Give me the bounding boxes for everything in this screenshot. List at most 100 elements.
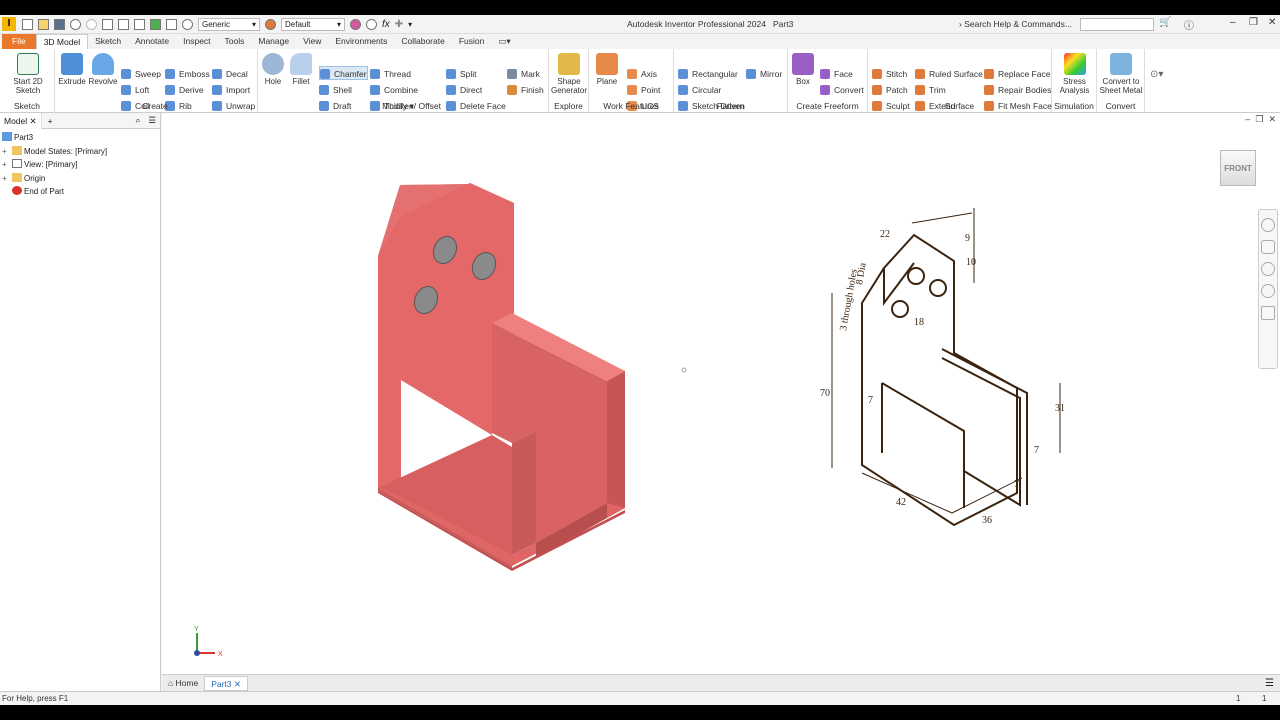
update-icon[interactable] (118, 19, 129, 30)
tab-manage[interactable]: Manage (251, 34, 296, 49)
fx-icon[interactable]: fx (382, 19, 390, 30)
clear-override-icon[interactable] (182, 19, 193, 30)
combine-button[interactable]: Combine (370, 83, 418, 97)
tab-environments[interactable]: Environments (328, 34, 394, 49)
menu-icon[interactable]: ☰ (1265, 678, 1280, 689)
chamfer-button[interactable]: Chamfer (319, 66, 368, 80)
tab-tools[interactable]: Tools (218, 34, 252, 49)
view-face-icon[interactable] (1261, 306, 1275, 320)
tab-annotate[interactable]: Annotate (128, 34, 176, 49)
steering-wheel-icon[interactable] (1261, 218, 1275, 232)
model-canvas[interactable]: 22 9 10 18 70 7 31 7 7 42 36 3 through h… (162, 113, 1280, 691)
tab-3d-model[interactable]: 3D Model (35, 34, 89, 49)
direct-button[interactable]: Direct (446, 83, 482, 97)
expand-icon[interactable]: + (2, 145, 7, 159)
revolve-button[interactable]: Revolve (87, 53, 119, 86)
customize-icon[interactable]: ▾ (408, 20, 412, 29)
graphics-window[interactable]: – ❐ ✕ 22 9 10 18 70 7 31 7 7 42 36 3 thr… (162, 113, 1280, 691)
decal-button[interactable]: Decal (212, 67, 248, 81)
fillet-button[interactable]: Fillet (288, 53, 314, 86)
box-button[interactable]: Box (792, 53, 814, 86)
axis-button[interactable]: Axis (627, 67, 657, 81)
open-file-icon[interactable] (38, 19, 49, 30)
zoom-icon[interactable] (1261, 262, 1275, 276)
cart-icon[interactable]: 🛒 (1159, 17, 1171, 28)
settings-gear-icon[interactable]: ⊙▾ (1150, 69, 1163, 80)
mark-button[interactable]: Mark (507, 67, 540, 81)
close-icon[interactable]: ✕ (30, 116, 37, 126)
trim-button[interactable]: Trim (915, 83, 946, 97)
tab-fusion[interactable]: Fusion (452, 34, 492, 49)
color-override-icon[interactable] (150, 19, 161, 30)
menu-icon[interactable]: ☰ (144, 115, 160, 126)
save-icon[interactable] (54, 19, 65, 30)
inventor-logo-icon[interactable]: I (2, 17, 16, 31)
undo-icon[interactable] (70, 19, 81, 30)
plane-button[interactable]: Plane (593, 53, 621, 86)
close-icon[interactable]: ✕ (234, 679, 241, 689)
tab-overflow-icon[interactable]: ▭▾ (491, 34, 517, 49)
convert-sheet-metal-button[interactable]: Convert to Sheet Metal (1097, 53, 1145, 95)
tab-file[interactable]: File (2, 34, 36, 49)
part-model[interactable] (378, 183, 625, 571)
restore-icon[interactable]: ❐ (1249, 17, 1258, 28)
tab-model[interactable]: Model ✕ (0, 112, 42, 129)
stress-analysis-button[interactable]: Stress Analysis (1052, 53, 1097, 95)
ruled-surface-button[interactable]: Ruled Surface (915, 67, 983, 81)
draft-button[interactable]: Draft (319, 99, 351, 113)
material-dropdown[interactable]: Default ▾ (281, 18, 345, 31)
thread-button[interactable]: Thread (370, 67, 411, 81)
pan-icon[interactable] (1261, 240, 1275, 254)
extrude-button[interactable]: Extrude (57, 53, 87, 86)
select-icon[interactable] (134, 19, 145, 30)
tree-item-end-of-part[interactable]: End of Part (0, 185, 160, 199)
loft-button[interactable]: Loft (121, 83, 149, 97)
expand-icon[interactable]: + (2, 158, 7, 172)
search-help-input[interactable]: › Search Help & Commands... (953, 18, 1073, 31)
split-button[interactable]: Split (446, 67, 477, 81)
tree-item-origin[interactable]: + Origin (0, 172, 160, 186)
unwrap-button[interactable]: Unwrap (212, 99, 255, 113)
tab-home[interactable]: ⌂ Home (162, 676, 204, 691)
rectangular-pattern-button[interactable]: Rectangular (678, 67, 738, 81)
close-icon[interactable]: ✕ (1268, 17, 1276, 28)
tab-inspect[interactable]: Inspect (176, 34, 217, 49)
start-sketch-button[interactable]: Start 2D Sketch (6, 53, 50, 95)
new-file-icon[interactable] (22, 19, 33, 30)
delete-face-button[interactable]: Delete Face (446, 99, 506, 113)
convert-freeform-button[interactable]: Convert (820, 83, 864, 97)
derive-button[interactable]: Derive (165, 83, 204, 97)
minimize-icon[interactable]: – (1230, 17, 1236, 28)
home-icon[interactable] (102, 19, 113, 30)
clear-icon[interactable] (366, 19, 377, 30)
circular-pattern-button[interactable]: Circular (678, 83, 721, 97)
replace-face-button[interactable]: Replace Face (984, 67, 1050, 81)
search-icon[interactable]: ⌕ (132, 115, 145, 126)
emboss-button[interactable]: Emboss (165, 67, 210, 81)
viewcube[interactable]: FRONT (1220, 150, 1256, 186)
stitch-button[interactable]: Stitch (872, 67, 907, 81)
sign-in-box[interactable] (1080, 18, 1154, 31)
add-icon[interactable]: ✚ (395, 19, 403, 30)
expand-icon[interactable]: + (2, 172, 7, 186)
redo-icon[interactable] (86, 19, 97, 30)
tree-item-view[interactable]: + View: [Primary] (0, 158, 160, 172)
hole-button[interactable]: Hole (261, 53, 285, 86)
point-button[interactable]: Point (627, 83, 660, 97)
orbit-icon[interactable] (1261, 284, 1275, 298)
repair-bodies-button[interactable]: Repair Bodies (984, 83, 1051, 97)
tab-view[interactable]: View (296, 34, 328, 49)
tree-item-model-states[interactable]: + Model States: [Primary] (0, 145, 160, 159)
mirror-button[interactable]: Mirror (746, 67, 782, 81)
face-button[interactable]: Face (820, 67, 853, 81)
sweep-button[interactable]: Sweep (121, 67, 161, 81)
tab-collaborate[interactable]: Collaborate (394, 34, 451, 49)
finish-button[interactable]: Finish (507, 83, 544, 97)
add-tab-icon[interactable]: + (42, 116, 59, 126)
adjust-icon[interactable] (350, 19, 361, 30)
import-button[interactable]: Import (212, 83, 250, 97)
appearance-dropdown[interactable]: Generic ▾ (198, 18, 260, 31)
tree-item-part[interactable]: Part3 (0, 131, 160, 145)
shape-generator-button[interactable]: Shape Generator (549, 53, 589, 95)
help-icon[interactable]: ⓘ (1184, 17, 1194, 32)
